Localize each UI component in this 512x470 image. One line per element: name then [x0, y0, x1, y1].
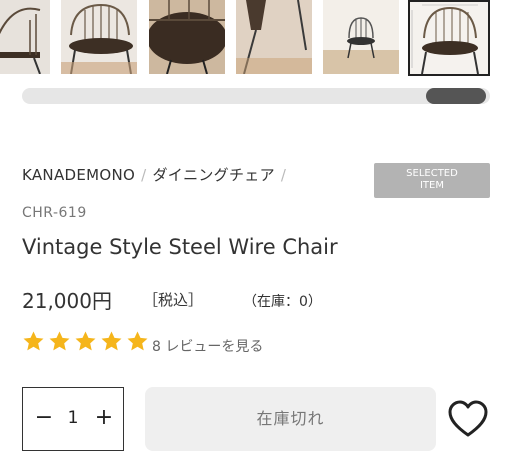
stock-count: （在庫：0）	[243, 294, 322, 310]
review-count: 8	[152, 339, 161, 355]
increase-quantity-button[interactable]: +	[93, 406, 115, 430]
star-icon	[75, 331, 96, 351]
breadcrumb-brand-link[interactable]: KANADEMONO	[22, 166, 135, 184]
breadcrumb-separator: /	[141, 166, 147, 184]
gallery-scrollbar-track[interactable]	[22, 88, 490, 104]
quantity-value[interactable]: 1	[61, 408, 85, 428]
heart-outline-icon	[448, 400, 488, 437]
chair-photo	[410, 2, 488, 74]
breadcrumb-category-link[interactable]: ダイニングチェア	[152, 166, 274, 184]
gallery-scrollbar-thumb[interactable]	[426, 88, 486, 104]
favorite-button[interactable]	[447, 399, 489, 439]
tax-label: ［税込］	[143, 291, 204, 309]
selected-item-badge: SELECTED ITEM	[374, 163, 490, 198]
chair-photo	[61, 0, 137, 74]
chair-photo	[149, 0, 225, 74]
chair-photo	[236, 0, 312, 74]
gallery-thumbnail[interactable]	[61, 0, 137, 74]
product-sku: CHR-619	[22, 205, 87, 221]
gallery-thumbnail-selected[interactable]	[408, 0, 490, 76]
gallery-thumbnail[interactable]	[0, 0, 50, 74]
chair-photo	[0, 0, 50, 74]
review-link-label: レビューを見る	[165, 339, 264, 355]
star-icon	[127, 331, 148, 351]
review-link[interactable]: 8 レビューを見る	[152, 336, 263, 356]
image-gallery	[0, 0, 512, 76]
sold-out-button[interactable]: 在庫切れ	[145, 387, 436, 451]
gallery-thumbnail[interactable]	[323, 0, 399, 74]
gallery-thumbnail[interactable]	[149, 0, 225, 74]
badge-line2: ITEM	[419, 180, 444, 191]
badge-line1: SELECTED	[406, 168, 458, 179]
product-title: Vintage Style Steel Wire Chair	[22, 235, 338, 259]
star-icon	[23, 331, 44, 351]
chair-photo	[323, 0, 399, 74]
breadcrumb-separator: /	[280, 166, 287, 184]
product-price: 21,000円	[22, 289, 112, 313]
breadcrumb: KANADEMONO / ダイニングチェア /	[22, 164, 292, 185]
star-icon	[49, 331, 70, 351]
quantity-stepper: − 1 +	[22, 387, 124, 451]
rating-stars	[22, 330, 149, 356]
star-icon	[101, 331, 122, 351]
gallery-thumbnail[interactable]	[236, 0, 312, 74]
decrease-quantity-button[interactable]: −	[33, 406, 55, 430]
